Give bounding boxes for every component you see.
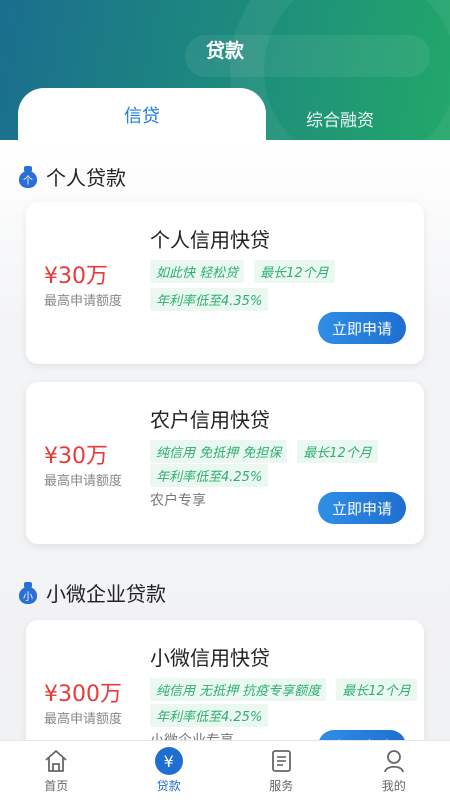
home-icon [45, 750, 67, 772]
feature-tag: 如此快 轻松贷 [150, 260, 245, 283]
tag-row: 年利率低至4.25% [150, 464, 269, 487]
rate-tag: 年利率低至4.25% [150, 704, 269, 727]
nav-loan[interactable]: ¥ 贷款 [113, 741, 226, 800]
max-amount-label: 最高申请额度 [44, 294, 123, 309]
rate-tag: 年利率低至4.35% [150, 288, 269, 311]
product-name: 个人信用快贷 [150, 228, 270, 252]
eligibility-note: 农户专享 [150, 493, 206, 509]
max-amount: ¥30万 [44, 264, 108, 289]
loan-card-farmer-credit[interactable]: ¥30万 最高申请额度 农户信用快贷 纯信用 免抵押 免担保 最长12个月 年利… [26, 382, 424, 544]
product-name: 小微信用快贷 [150, 646, 270, 670]
tab-comprehensive-financing[interactable]: 综合融资 [260, 96, 420, 140]
max-amount: ¥300万 [44, 682, 122, 707]
header: 贷款 信贷 综合融资 [0, 0, 450, 140]
money-bag-icon: 小 [18, 581, 38, 604]
tag-row: 纯信用 免抵押 免担保 最长12个月 [150, 440, 378, 463]
section-title-text: 小微企业贷款 [46, 582, 166, 606]
apply-button[interactable]: 立即申请 [318, 492, 406, 524]
nav-home[interactable]: 首页 [0, 741, 113, 800]
nav-label: 首页 [44, 779, 69, 793]
bottom-nav: 首页 ¥ 贷款 服务 我的 [0, 740, 450, 800]
feature-tag: 纯信用 免抵押 免担保 [150, 440, 288, 463]
tag-row: 纯信用 无抵押 抗疫专享额度 最长12个月 [150, 678, 417, 701]
page-title: 贷款 [205, 40, 244, 62]
term-tag: 最长12个月 [336, 678, 417, 701]
product-name: 农户信用快贷 [150, 408, 270, 432]
nav-label: 贷款 [156, 779, 181, 793]
tag-row: 年利率低至4.25% [150, 704, 269, 727]
term-tag: 最长12个月 [297, 440, 378, 463]
section-title-text: 个人贷款 [46, 166, 126, 190]
rate-tag: 年利率低至4.25% [150, 464, 269, 487]
apply-button[interactable]: 立即申请 [318, 312, 406, 344]
apply-button[interactable]: 立即申请 [318, 730, 406, 740]
section-title-small-business: 小 小微企业贷款 [18, 578, 166, 607]
service-icon [272, 750, 292, 772]
tag-row: 如此快 轻松贷 最长12个月 [150, 260, 335, 283]
loan-icon: ¥ [154, 747, 183, 775]
term-tag: 最长12个月 [254, 260, 335, 283]
nav-label: 我的 [381, 779, 406, 793]
eligibility-note: 小微企业专享 [150, 730, 234, 740]
max-amount-label: 最高申请额度 [44, 712, 123, 727]
loan-card-small-business-credit[interactable]: ¥300万 最高申请额度 小微信用快贷 纯信用 无抵押 抗疫专享额度 最长12个… [26, 620, 424, 740]
tag-row: 年利率低至4.35% [150, 288, 269, 311]
nav-profile[interactable]: 我的 [338, 741, 450, 800]
profile-icon [383, 750, 404, 773]
nav-label: 服务 [269, 779, 294, 793]
money-bag-icon: 个 [18, 165, 38, 188]
nav-service[interactable]: 服务 [225, 741, 338, 800]
max-amount-label: 最高申请额度 [44, 474, 123, 489]
loan-card-personal-credit[interactable]: ¥30万 最高申请额度 个人信用快贷 如此快 轻松贷 最长12个月 年利率低至4… [26, 202, 424, 364]
max-amount: ¥30万 [44, 444, 108, 469]
tab-credit[interactable]: 信贷 [18, 88, 266, 140]
section-title-personal: 个 个人贷款 [18, 162, 126, 191]
feature-tag: 纯信用 无抵押 抗疫专享额度 [150, 678, 327, 701]
content-area[interactable]: 个 个人贷款 ¥30万 最高申请额度 个人信用快贷 如此快 轻松贷 最长12个月… [0, 140, 450, 740]
